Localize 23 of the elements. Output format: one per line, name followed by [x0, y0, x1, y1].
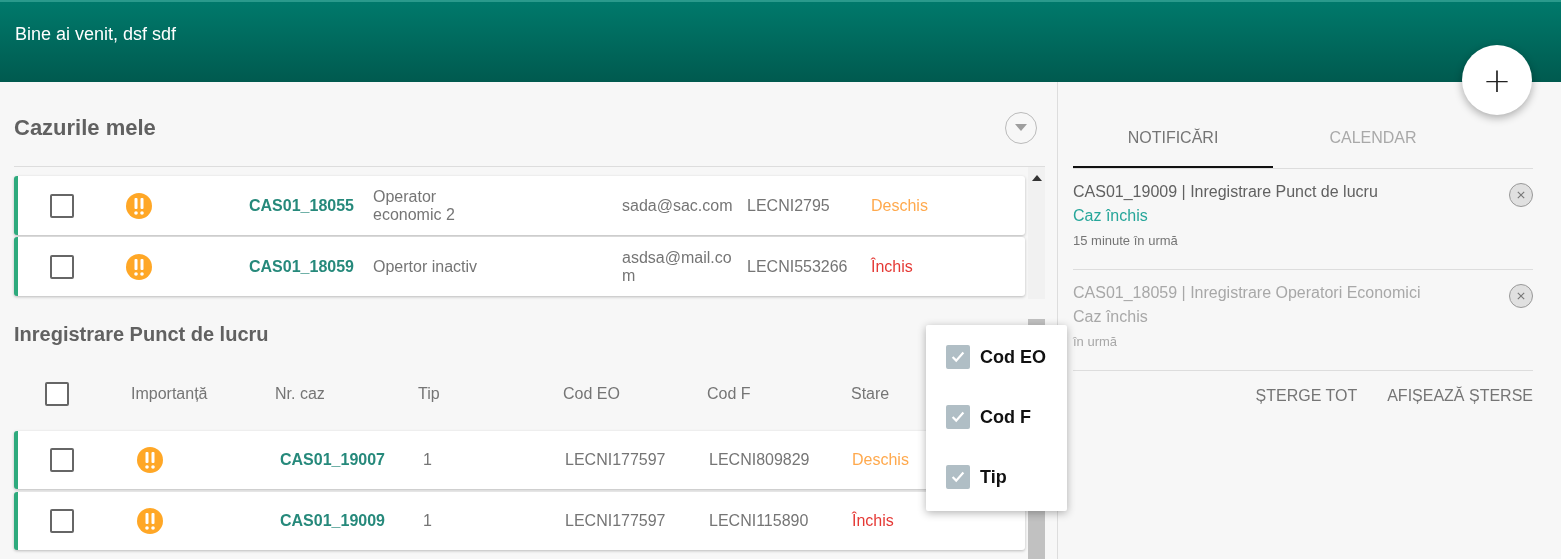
table-cell-text: Operator economic 2: [373, 187, 456, 224]
notification-status: Caz închis: [1073, 207, 1149, 225]
table-cell: LECNI809829: [709, 451, 810, 468]
status-text: Deschis: [871, 196, 928, 214]
table-cell-text: Opertor inactiv: [373, 257, 479, 276]
notification-status: Caz închis: [1073, 308, 1149, 326]
table-cell-text: asdsa@mail.com: [622, 248, 733, 285]
table-cell: LECNI115890: [709, 512, 809, 529]
table-cell: 1: [423, 451, 432, 468]
welcome-text: Bine ai venit, dsf sdf: [15, 24, 177, 45]
notification-time: în urmă: [1073, 334, 1119, 349]
section-title: Inregistrare Punct de lucru: [14, 322, 270, 347]
table-cell: LECNI177597: [565, 451, 666, 468]
table-cell-text: sada@sac.com: [622, 196, 734, 215]
table-cell: LECNI553266: [747, 257, 848, 275]
section-title: Cazurile mele: [14, 115, 156, 141]
notification-time: 15 minute în urmă: [1073, 233, 1179, 248]
status-text: Închis: [852, 512, 894, 529]
table-cell: LECNI177597: [565, 512, 666, 529]
status-text: Deschis: [852, 451, 909, 468]
table-cell: 1: [423, 512, 432, 529]
table-cell: LECNI2795: [747, 196, 830, 214]
status-text: Închis: [871, 257, 913, 275]
